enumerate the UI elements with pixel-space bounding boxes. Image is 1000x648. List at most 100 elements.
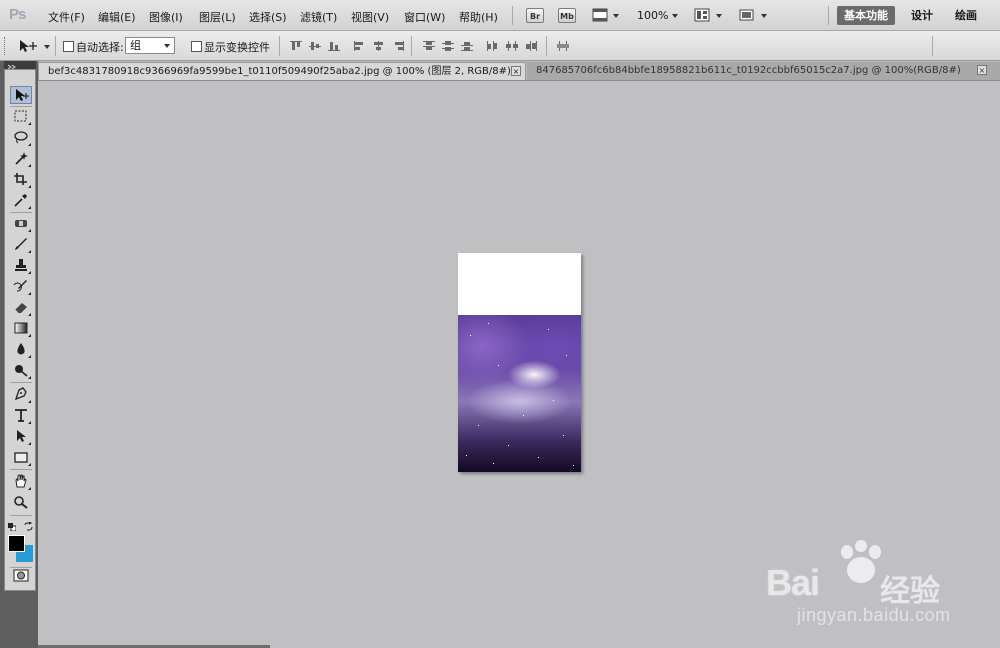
menu-bar: Ps 文件(F) 编辑(E) 图像(I) 图层(L) 选择(S) 滤镜(T) 视… bbox=[0, 0, 1000, 31]
submenu-indicator bbox=[28, 487, 31, 490]
blur-tool[interactable] bbox=[10, 341, 32, 359]
crop-tool[interactable] bbox=[10, 171, 32, 189]
quick-select-tool[interactable] bbox=[10, 150, 32, 168]
hand-icon bbox=[15, 474, 27, 488]
workspace-essentials[interactable]: 基本功能 bbox=[837, 6, 895, 25]
bandage-icon bbox=[15, 220, 27, 227]
menu-view[interactable]: 视图(V) bbox=[351, 9, 389, 25]
align-bottom-icon[interactable] bbox=[328, 41, 340, 51]
chevron-down-icon[interactable] bbox=[761, 14, 767, 18]
submenu-indicator bbox=[28, 355, 31, 358]
lasso-tool[interactable] bbox=[10, 129, 32, 147]
auto-align-layers-icon[interactable] bbox=[557, 41, 569, 51]
tool-preset-picker[interactable] bbox=[16, 38, 40, 54]
document-tab-inactive[interactable]: 847685706fc6b84bbfe18958821b611c_t0192cc… bbox=[527, 62, 1000, 80]
baidu-paw-icon bbox=[841, 540, 881, 583]
arrow-pointer-icon bbox=[17, 430, 26, 442]
submenu-indicator bbox=[28, 143, 31, 146]
menu-window[interactable]: 窗口(W) bbox=[404, 9, 445, 25]
gradient-tool[interactable] bbox=[10, 320, 32, 338]
distribute-top-icon[interactable] bbox=[423, 41, 435, 51]
divider bbox=[10, 567, 32, 568]
distribute-vcenter-icon[interactable] bbox=[442, 41, 454, 51]
chevron-down-icon[interactable] bbox=[44, 45, 50, 49]
eyedropper-icon bbox=[14, 194, 27, 207]
hand-tool[interactable] bbox=[10, 473, 32, 491]
dodge-tool[interactable] bbox=[10, 362, 32, 380]
toolbox bbox=[4, 69, 36, 591]
distribute-right-icon[interactable] bbox=[525, 41, 537, 51]
screen-mode-button[interactable] bbox=[738, 8, 755, 22]
menu-file[interactable]: 文件(F) bbox=[48, 9, 85, 25]
workspace-painting[interactable]: 绘画 bbox=[948, 6, 984, 25]
default-colors-button[interactable] bbox=[8, 521, 17, 532]
galaxy-image bbox=[458, 315, 581, 472]
show-transform-checkbox[interactable] bbox=[191, 41, 202, 52]
chevron-down-icon[interactable] bbox=[613, 14, 619, 18]
healing-brush-tool[interactable] bbox=[10, 215, 32, 233]
auto-select-value: 组 bbox=[130, 39, 141, 52]
align-vcenter-icon[interactable] bbox=[309, 41, 321, 51]
arrange-documents-button[interactable] bbox=[694, 8, 710, 22]
align-hcenter-icon[interactable] bbox=[373, 41, 385, 51]
baidu-jingyan-watermark: Bai 经验 jingyan.baidu.com bbox=[740, 540, 1000, 630]
document-canvas[interactable] bbox=[458, 253, 581, 472]
divider bbox=[10, 382, 32, 383]
lasso-icon bbox=[14, 131, 28, 144]
shape-tool[interactable] bbox=[10, 449, 32, 467]
swap-colors-button[interactable] bbox=[24, 521, 33, 531]
chevron-down-icon[interactable] bbox=[672, 14, 678, 18]
distribute-bottom-icon[interactable] bbox=[461, 41, 473, 51]
menu-select[interactable]: 选择(S) bbox=[249, 9, 287, 25]
submenu-indicator bbox=[28, 421, 31, 424]
menu-image[interactable]: 图像(I) bbox=[149, 9, 183, 25]
auto-select-dropdown[interactable]: 组 bbox=[125, 37, 175, 54]
white-layer bbox=[458, 253, 581, 315]
eraser-tool[interactable] bbox=[10, 299, 32, 317]
submenu-indicator bbox=[28, 313, 31, 316]
submenu-indicator bbox=[28, 442, 31, 445]
zoom-tool[interactable] bbox=[10, 494, 32, 512]
eyedropper-tool[interactable] bbox=[10, 192, 32, 210]
workspace-design[interactable]: 设计 bbox=[904, 6, 940, 25]
close-icon[interactable]: × bbox=[511, 66, 521, 76]
menu-layer[interactable]: 图层(L) bbox=[199, 9, 236, 25]
water-drop-icon bbox=[17, 343, 25, 355]
type-tool[interactable] bbox=[10, 407, 32, 425]
toolbox-collapse-bar[interactable] bbox=[4, 61, 36, 70]
menu-filter[interactable]: 滤镜(T) bbox=[300, 9, 337, 25]
menu-edit[interactable]: 编辑(E) bbox=[98, 9, 136, 25]
divider bbox=[932, 36, 933, 56]
move-tool[interactable] bbox=[10, 86, 32, 104]
distribute-hcenter-icon[interactable] bbox=[506, 41, 518, 51]
mini-bridge-button[interactable]: Mb bbox=[558, 8, 576, 23]
bridge-button[interactable]: Br bbox=[526, 8, 544, 23]
auto-select-label: 自动选择: bbox=[76, 41, 124, 54]
quick-mask-button[interactable] bbox=[13, 569, 29, 582]
brush-tool[interactable] bbox=[10, 236, 32, 254]
quick-mask-icon bbox=[13, 569, 29, 582]
auto-select-checkbox[interactable] bbox=[63, 41, 74, 52]
chevron-down-icon[interactable] bbox=[716, 14, 722, 18]
screen-mode-icon bbox=[739, 9, 754, 21]
align-left-icon[interactable] bbox=[354, 41, 366, 51]
menu-help[interactable]: 帮助(H) bbox=[459, 9, 498, 25]
dodge-icon bbox=[15, 365, 28, 377]
clone-stamp-tool[interactable] bbox=[10, 257, 32, 275]
distribute-left-icon[interactable] bbox=[487, 41, 499, 51]
tab-label: 847685706fc6b84bbfe18958821b611c_t0192cc… bbox=[536, 65, 961, 76]
foreground-color-swatch[interactable] bbox=[8, 535, 25, 552]
document-tab-active[interactable]: bef3c4831780918c9366969fa9599be1_t0110f5… bbox=[38, 62, 526, 80]
pen-icon bbox=[14, 387, 27, 401]
path-select-tool[interactable] bbox=[10, 428, 32, 446]
zoom-level[interactable]: 100% bbox=[637, 9, 668, 22]
type-icon bbox=[15, 409, 27, 422]
pen-tool[interactable] bbox=[10, 386, 32, 404]
marquee-tool[interactable] bbox=[10, 108, 32, 126]
align-top-icon[interactable] bbox=[290, 41, 302, 51]
close-icon[interactable]: × bbox=[977, 65, 987, 75]
align-right-icon[interactable] bbox=[392, 41, 404, 51]
view-extras-button[interactable] bbox=[592, 8, 608, 22]
history-brush-tool[interactable] bbox=[10, 278, 32, 296]
gradient-icon bbox=[14, 322, 28, 334]
